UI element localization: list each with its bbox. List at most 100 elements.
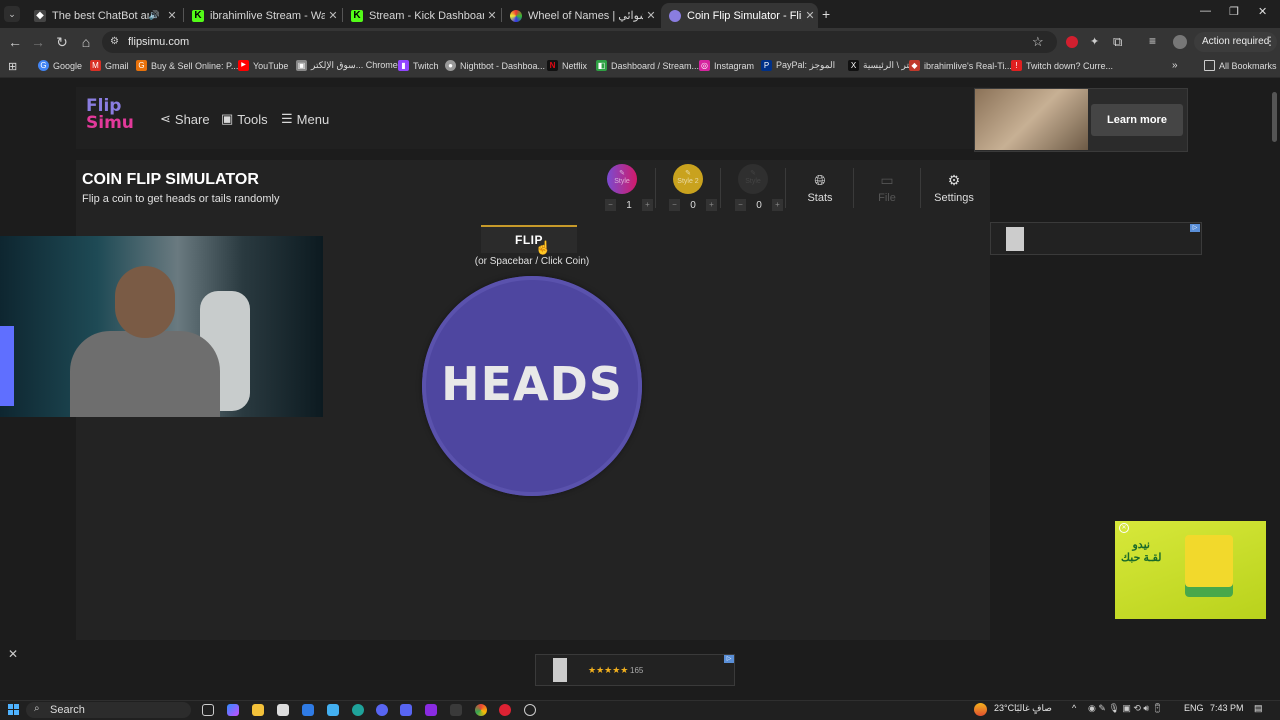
bookmark-star-icon[interactable]: ☆ (1032, 34, 1044, 50)
ad-close-icon[interactable]: ✕ (1119, 523, 1129, 533)
restore-icon[interactable]: ❐ (1229, 5, 1239, 18)
bookmark-twitch-down[interactable]: ! Twitch down? Curre... (1011, 60, 1113, 71)
increment-button[interactable]: + (706, 199, 717, 211)
extension-red-icon[interactable] (1066, 36, 1078, 48)
media-icon[interactable]: ≡ (1149, 34, 1156, 48)
tab-kick-stream[interactable]: K ibrahimlive Stream - Watch Live ✕ (184, 3, 341, 28)
app-icon[interactable] (376, 704, 388, 716)
new-tab-icon[interactable]: + (822, 6, 830, 22)
close-tab-icon[interactable]: ✕ (643, 9, 659, 22)
audio-icon[interactable]: 🔊 (149, 10, 160, 21)
tools-link[interactable]: ▣ Tools (221, 111, 268, 127)
flip-button[interactable]: FLIP (481, 225, 577, 253)
site-info-icon[interactable]: ⚙ (110, 36, 119, 47)
tab-search-button[interactable]: ⌄ (4, 6, 20, 22)
app-icon[interactable] (499, 704, 511, 716)
app-icon[interactable] (425, 704, 437, 716)
scrollbar[interactable] (1272, 92, 1277, 142)
notifications-icon[interactable]: ▤ (1254, 703, 1263, 714)
taskbar-search[interactable]: Search (26, 702, 191, 718)
chrome-icon[interactable] (475, 704, 487, 716)
settings-button[interactable]: ⚙ Settings (932, 172, 976, 204)
decrement-button[interactable]: − (605, 199, 616, 211)
weather-icon[interactable] (974, 703, 987, 716)
extensions-puzzle-icon[interactable]: ⧉ (1113, 34, 1122, 50)
learn-more-button[interactable]: Learn more (1091, 104, 1183, 136)
ad-image[interactable] (975, 89, 1088, 150)
app-icon[interactable] (524, 704, 536, 716)
minimize-icon[interactable]: — (1200, 5, 1211, 17)
bookmark-ibrahimlive[interactable]: ◆ ibrahimlive's Real-Ti... (909, 60, 1012, 71)
url-text[interactable]: flipsimu.com (128, 36, 189, 48)
edge-icon[interactable] (352, 704, 364, 716)
tab-wheel-of-names[interactable]: Wheel of Names | اسم العشوائي ✕ (502, 3, 659, 28)
bookmark-instagram[interactable]: ◎ Instagram (699, 60, 754, 71)
tray-overflow-icon[interactable]: ^ (1072, 703, 1076, 713)
file-explorer-icon[interactable] (252, 704, 264, 716)
bookmark-chrome-store[interactable]: ▣ سوق الإلكتر... Chrome (296, 60, 398, 71)
bookmark-buy-sell[interactable]: G Buy & Sell Online: P... (136, 60, 238, 71)
close-bottom-ad-icon[interactable]: ✕ (8, 647, 18, 661)
increment-button[interactable]: + (772, 199, 783, 211)
bookmark-youtube[interactable]: ▶ YouTube (238, 60, 288, 71)
bookmark-twitch[interactable]: ▮ Twitch (398, 60, 439, 71)
file-button[interactable]: ▭ File (870, 172, 904, 204)
share-icon: ⋖ (160, 111, 171, 126)
style-3-coin[interactable]: ✎ Style (738, 164, 768, 194)
all-bookmarks-folder[interactable]: All Bookmarks (1204, 60, 1277, 71)
menu-link[interactable]: ☰ Menu (281, 111, 329, 127)
decrement-button[interactable]: − (669, 199, 680, 211)
close-window-icon[interactable]: ✕ (1258, 5, 1267, 18)
close-tab-icon[interactable]: ✕ (164, 9, 180, 22)
adchoices-icon[interactable]: ▷ (1190, 224, 1200, 232)
browser-menu-icon[interactable]: ⋮ (1264, 34, 1276, 48)
style-1-coin[interactable]: ✎ Style (607, 164, 637, 194)
back-icon[interactable]: ← (7, 34, 23, 50)
style-2-coin[interactable]: ✎ Style 2 (673, 164, 703, 194)
weather-temp[interactable]: 23°C (994, 703, 1014, 713)
apps-grid-icon[interactable]: ⊞ (8, 60, 17, 73)
site-logo[interactable]: Flip Simu (86, 98, 148, 132)
extension-icon[interactable]: ✦ (1090, 35, 1099, 48)
bookmark-google[interactable]: G Google (38, 60, 82, 71)
home-icon[interactable]: ⌂ (78, 34, 94, 50)
edit-icon: ✎ (750, 170, 756, 177)
share-link[interactable]: ⋖ Share (160, 111, 210, 127)
language-indicator[interactable]: ENG (1184, 703, 1204, 713)
app-icon[interactable] (450, 704, 462, 716)
forward-icon[interactable]: → (30, 34, 46, 50)
more-bookmarks-icon[interactable]: » (1172, 60, 1178, 71)
bookmark-nightbot[interactable]: ● Nightbot - Dashboa... (445, 60, 545, 71)
close-tab-icon[interactable]: ✕ (484, 9, 500, 22)
windows-start-icon[interactable] (8, 704, 19, 715)
discord-icon[interactable] (400, 704, 412, 716)
stats-button[interactable]: 🌐︎ Stats (802, 172, 838, 204)
ad-product-image[interactable] (553, 658, 567, 682)
store-icon[interactable] (302, 704, 314, 716)
bookmark-paypal[interactable]: P PayPal: الموجز (761, 60, 835, 71)
decrement-button[interactable]: − (735, 199, 746, 211)
tab-coin-flip[interactable]: Coin Flip Simulator - Flip a Coin ✕ (661, 3, 818, 28)
clock[interactable]: 7:43 PM (1210, 703, 1244, 713)
app-icon[interactable] (277, 704, 289, 716)
address-bar[interactable] (102, 31, 1057, 53)
app-icon[interactable] (327, 704, 339, 716)
coin-result[interactable]: HEADS (422, 357, 642, 411)
video-ad[interactable]: نيدو لقـة حبك (1115, 521, 1266, 619)
adchoices-icon[interactable]: ▷ (724, 655, 734, 663)
tray-icons[interactable]: ◉ ✎ 🎙︎ ▣ ⟲ 🔊︎ 🔋︎ (1088, 703, 1163, 714)
increment-button[interactable]: + (642, 199, 653, 211)
bookmark-gmail[interactable]: M Gmail (90, 60, 129, 71)
copilot-icon[interactable] (227, 704, 239, 716)
ad-product-image[interactable] (1006, 227, 1024, 251)
close-tab-icon[interactable]: ✕ (325, 9, 341, 22)
close-tab-icon[interactable]: ✕ (802, 9, 818, 22)
profile-avatar[interactable] (1173, 35, 1187, 49)
bookmark-dashboard-stream[interactable]: ◧ Dashboard / Stream... (596, 60, 699, 71)
bookmark-netflix[interactable]: N Netflix (547, 60, 587, 71)
reload-icon[interactable]: ↻ (54, 34, 70, 50)
alert-icon: ! (1011, 60, 1022, 71)
tab-kick-dashboard[interactable]: K Stream - Kick Dashboard ✕ (343, 3, 500, 28)
tab-chatbot[interactable]: ◆ The best ChatBot and Widg 🔊 ✕ (26, 3, 180, 28)
task-view-icon[interactable] (202, 704, 214, 716)
